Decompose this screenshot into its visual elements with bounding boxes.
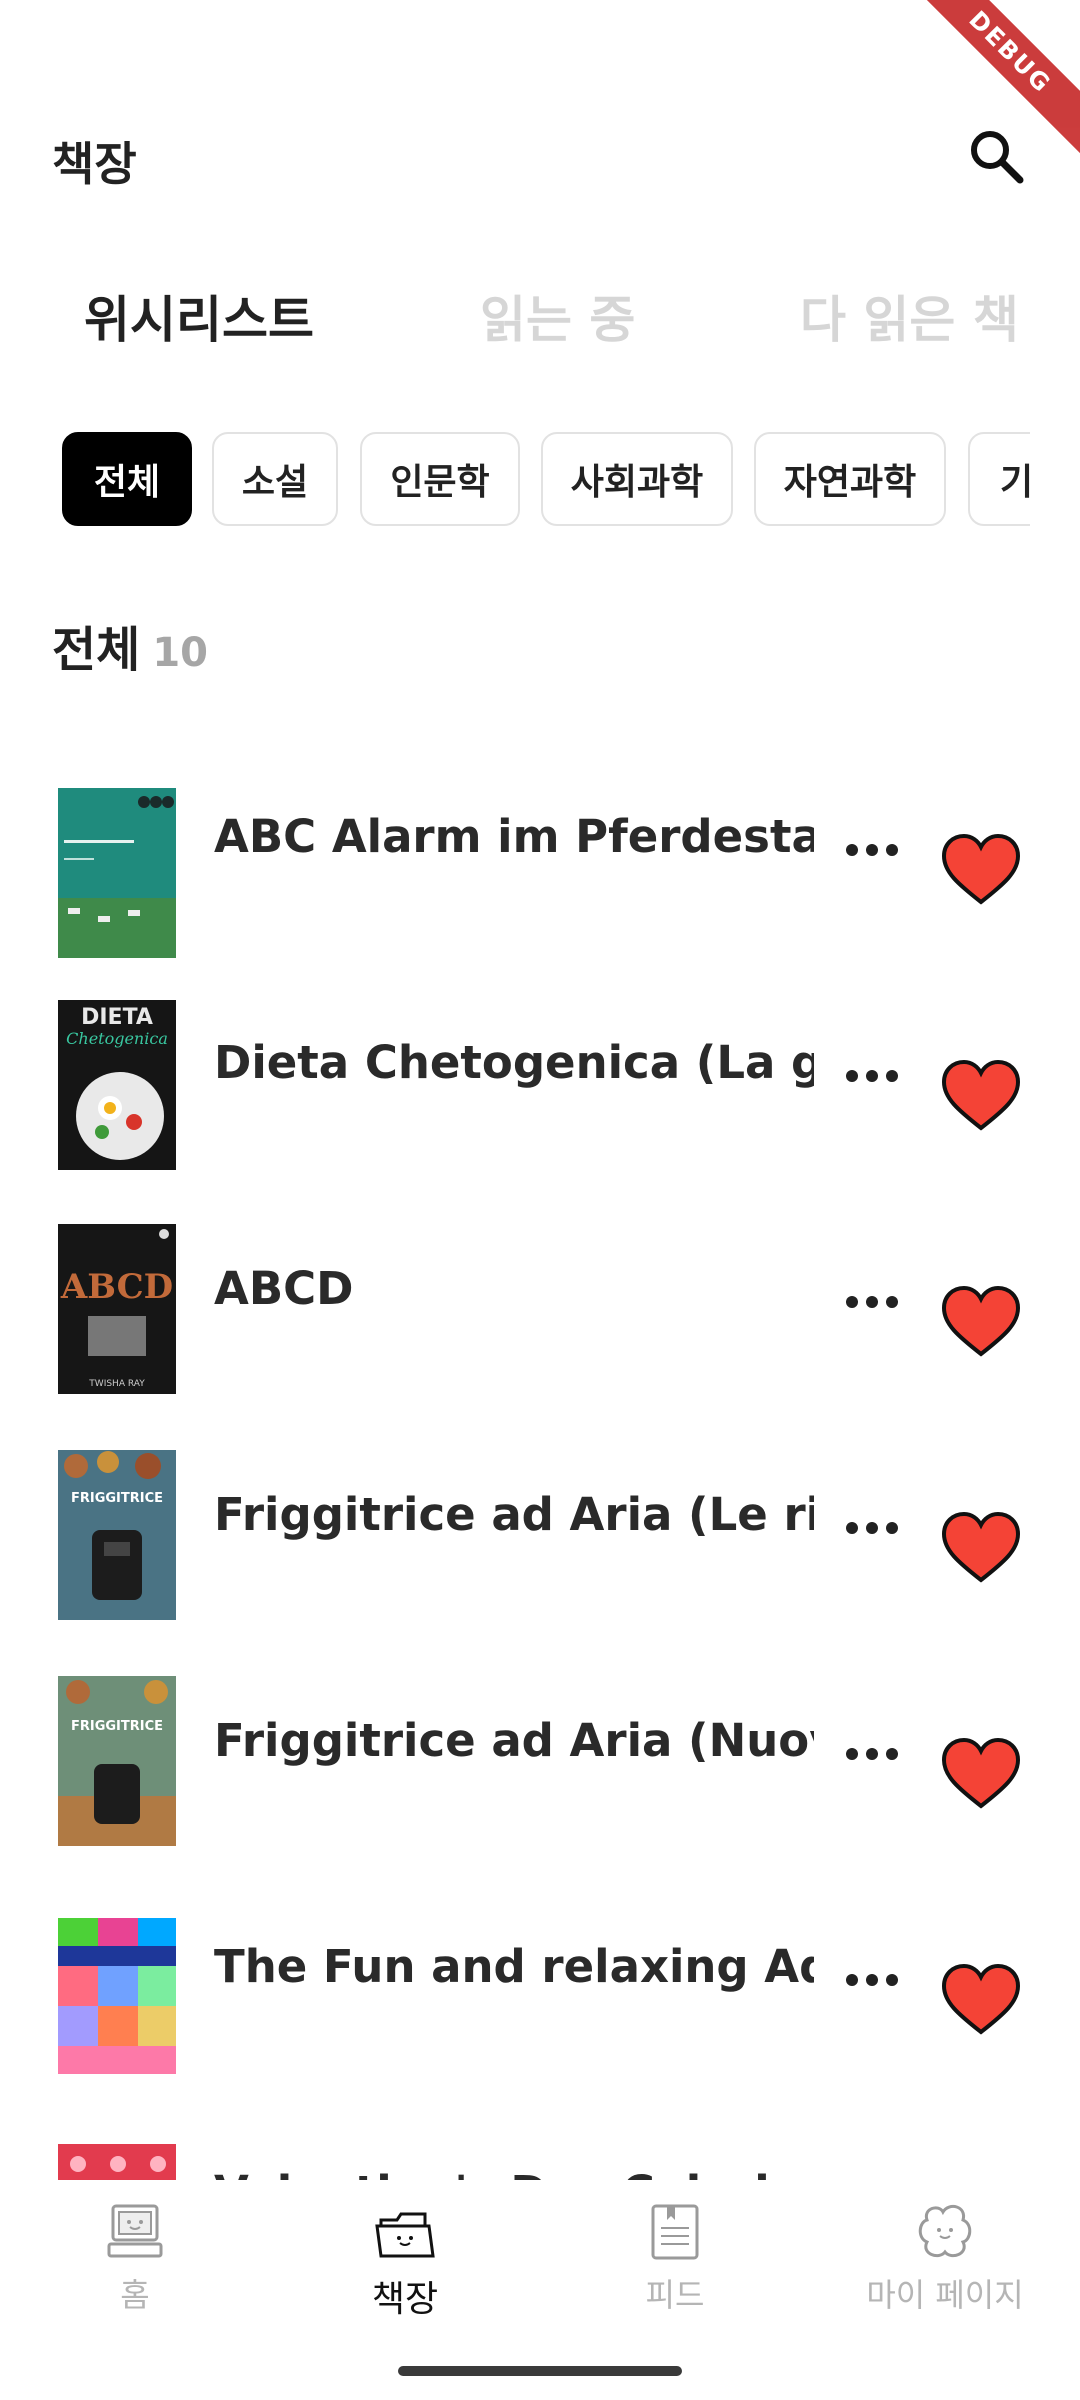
book-row[interactable]: FRIGGITRICE Friggitrice ad Aria (Le rice… bbox=[0, 1438, 1080, 1638]
folder-face-icon bbox=[375, 2212, 435, 2258]
book-title: Valentine's Day Coloring B... bbox=[214, 2166, 814, 2180]
chip-natural-science[interactable]: 자연과학 bbox=[754, 432, 946, 526]
book-title: Dieta Chetogenica (La gui... bbox=[214, 1036, 814, 1089]
book-list: ABC Alarm im Pferdestall ... DIETA Cheto… bbox=[0, 760, 1080, 2180]
nav-label: 마이 페이지 bbox=[866, 2276, 1024, 2314]
more-options-icon[interactable] bbox=[842, 1965, 902, 1995]
svg-text:ABCD: ABCD bbox=[60, 1267, 173, 1307]
chip-humanities[interactable]: 인문학 bbox=[360, 432, 520, 526]
book-cover: FRIGGITRICE bbox=[58, 1450, 176, 1620]
book-row[interactable]: The Fun and relaxing Adul... bbox=[0, 1890, 1080, 2090]
shelf-tabs: 위시리스트 읽는 중 다 읽은 책 bbox=[0, 270, 1080, 360]
book-row[interactable]: Valentine's Day Coloring B... bbox=[0, 2116, 1080, 2180]
svg-text:FRIGGITRICE: FRIGGITRICE bbox=[71, 1719, 163, 1734]
nav-label: 홈 bbox=[120, 2276, 150, 2314]
nav-my-page[interactable]: 마이 페이지 bbox=[810, 2200, 1080, 2340]
book-row[interactable]: ABC Alarm im Pferdestall ... bbox=[0, 760, 1080, 960]
book-row[interactable]: ABCD TWISHA RAY ABCD bbox=[0, 1212, 1080, 1412]
book-cover bbox=[58, 788, 176, 958]
more-options-icon[interactable] bbox=[842, 1061, 902, 1091]
heart-icon[interactable] bbox=[940, 1284, 1022, 1358]
svg-text:DIETA: DIETA bbox=[81, 1005, 153, 1030]
section-title: 전체 bbox=[52, 622, 141, 678]
nav-bookshelf[interactable]: 책장 bbox=[270, 2200, 540, 2340]
heart-icon[interactable] bbox=[940, 1736, 1022, 1810]
more-options-icon[interactable] bbox=[842, 1287, 902, 1317]
chip-all[interactable]: 전체 bbox=[62, 432, 192, 526]
page-title: 책장 bbox=[52, 137, 137, 191]
tab-finished[interactable]: 다 읽은 책 bbox=[800, 280, 1019, 352]
heart-icon[interactable] bbox=[940, 1962, 1022, 2036]
book-title: Friggitrice ad Aria (Nuove ... bbox=[214, 1714, 814, 1767]
tab-reading[interactable]: 읽는 중 bbox=[480, 280, 635, 352]
app-header: 책장 bbox=[0, 100, 1080, 200]
book-cover: DIETA Chetogenica bbox=[58, 1000, 176, 1170]
book-cover bbox=[58, 2144, 176, 2180]
heart-icon[interactable] bbox=[940, 1058, 1022, 1132]
search-icon bbox=[971, 131, 1024, 184]
book-title: Friggitrice ad Aria (Le ricet... bbox=[214, 1488, 814, 1541]
computer-icon bbox=[107, 2204, 163, 2258]
book-row[interactable]: DIETA Chetogenica Dieta Chetogenica (La … bbox=[0, 986, 1080, 1186]
book-cover: ABCD TWISHA RAY bbox=[58, 1224, 176, 1394]
more-options-icon[interactable] bbox=[842, 1513, 902, 1543]
cloud-face-icon bbox=[918, 2204, 972, 2258]
search-button[interactable] bbox=[962, 122, 1032, 192]
nav-label: 책장 bbox=[371, 2279, 439, 2320]
nav-home[interactable]: 홈 bbox=[0, 2200, 270, 2340]
nav-feed[interactable]: 피드 bbox=[540, 2200, 810, 2340]
svg-text:TWISHA RAY: TWISHA RAY bbox=[88, 1379, 145, 1389]
chip-novel[interactable]: 소설 bbox=[212, 432, 338, 526]
book-cover: FRIGGITRICE bbox=[58, 1676, 176, 1846]
svg-text:FRIGGITRICE: FRIGGITRICE bbox=[71, 1491, 163, 1506]
home-indicator[interactable] bbox=[398, 2366, 682, 2376]
book-title: ABCD bbox=[214, 1262, 354, 1315]
book-row[interactable]: FRIGGITRICE Friggitrice ad Aria (Nuove .… bbox=[0, 1664, 1080, 1864]
book-cover bbox=[58, 1918, 176, 2074]
heart-icon[interactable] bbox=[940, 1510, 1022, 1584]
chip-social-science[interactable]: 사회과학 bbox=[541, 432, 733, 526]
book-count: 10 bbox=[152, 630, 208, 676]
notebook-icon bbox=[651, 2204, 699, 2260]
svg-text:Chetogenica: Chetogenica bbox=[66, 1029, 168, 1048]
section-header: 전체 10 bbox=[52, 610, 208, 680]
chip-more[interactable]: 기 bbox=[968, 432, 1030, 526]
book-title: ABC Alarm im Pferdestall ... bbox=[214, 810, 814, 863]
category-filter: 전체 소설 인문학 사회과학 자연과학 기 bbox=[0, 432, 1030, 532]
tab-wishlist[interactable]: 위시리스트 bbox=[84, 280, 314, 352]
book-title: The Fun and relaxing Adul... bbox=[214, 1940, 814, 1993]
heart-icon[interactable] bbox=[940, 832, 1022, 906]
more-options-icon[interactable] bbox=[842, 835, 902, 865]
more-options-icon[interactable] bbox=[842, 1739, 902, 1769]
nav-label: 피드 bbox=[645, 2276, 705, 2314]
